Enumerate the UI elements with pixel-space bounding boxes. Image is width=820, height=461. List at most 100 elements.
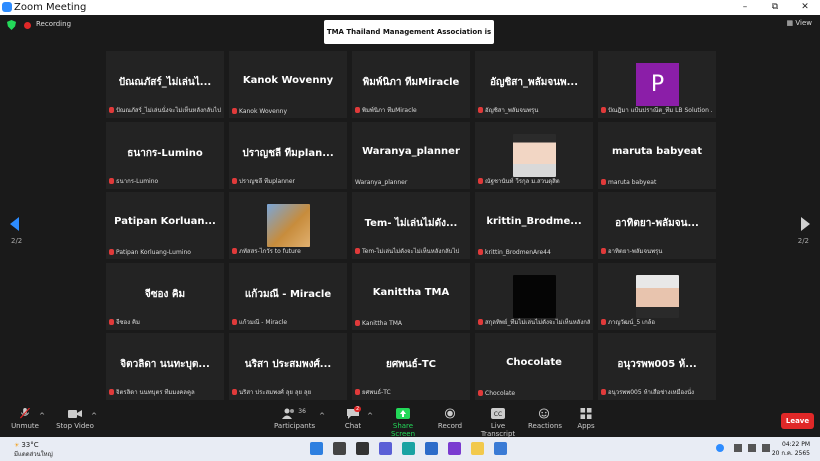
video-camera-icon [68,410,82,418]
participant-display-name: อัญชิสา_พลัมจนพ... [489,77,579,88]
battery-icon[interactable] [762,444,770,452]
participant-tile[interactable]: ปัณณภัสร์_ไม่เล่นไ... ปัณณภัสร์_ไม่เล่นนั… [106,51,224,118]
participant-tile[interactable]: ภทัสสร-ไกวัร to future [229,192,347,259]
participant-tile[interactable]: ปราญชลี ทีมplan... ปราญชลี ทีมplanner [229,121,347,189]
chat-options-caret[interactable]: ^ [366,412,374,420]
live-transcript-button[interactable]: CC Live Transcript [475,408,521,438]
maximize-button[interactable]: ⧉ [760,0,790,15]
video-options-caret[interactable]: ^ [90,412,98,420]
participant-display-name: พิมพ์นิภา ทีมMiracle [362,77,460,88]
zoom-app-icon [2,2,12,12]
participant-video [513,274,556,318]
app-icon-1[interactable] [448,442,461,455]
leave-button[interactable]: Leave [781,413,814,429]
stop-video-button[interactable]: Stop Video [56,408,94,430]
prev-page-arrow[interactable] [10,217,19,231]
record-button[interactable]: Record [436,408,464,430]
participant-tile[interactable]: Kanok Wovenny Kanok Wovenny [229,51,347,118]
volume-icon[interactable] [748,444,756,452]
teams-chat-icon[interactable] [379,442,392,455]
muted-mic-icon [109,107,114,113]
participant-tile[interactable]: จีซอง คิม จีซอง คิม [106,262,224,330]
participant-tile[interactable]: Waranya_planner Waranya_planner [352,121,470,189]
muted-mic-icon [601,318,606,325]
participant-display-name: Chocolate [506,357,562,368]
task-view-icon[interactable] [356,442,369,455]
view-button[interactable]: ▦ View [787,19,812,27]
participants-button[interactable]: 36 Participants [274,408,316,430]
participant-tile[interactable]: ภาญวัฒน์_5 เกล้อ [598,262,716,330]
caption-text: maruta babyeat [608,178,657,186]
participants-options-caret[interactable]: ^ [318,412,326,420]
participant-tile[interactable]: อาทิตยา-พลัมจน... อาทิตยา-พลัมจนพรุน [598,192,716,259]
participant-tile[interactable]: จิตวลิดา นนทะบุต... จิตรลิดา นนทบุตร ทีมม… [106,333,224,400]
muted-mic-icon [19,408,31,419]
participant-tile[interactable]: ธนากร-Lumino ธนากร-Lumino [106,121,224,189]
search-icon[interactable] [333,442,346,455]
participant-tile[interactable]: ณัฐชานันท์ วีรกุล ม.สวนดุสิต [475,121,593,189]
file-explorer-icon[interactable] [471,442,484,455]
audio-options-caret[interactable]: ^ [38,412,46,420]
participant-name-caption: ปัณฎิมา แป้นปราณีต_ทีม LB Solution ... [601,105,713,115]
participant-display-name: จีซอง คิม [144,288,186,300]
wifi-icon[interactable] [734,444,742,452]
unmute-label: Unmute [11,422,39,430]
shield-icon[interactable] [7,20,16,30]
stop-video-label: Stop Video [56,422,94,430]
participant-display-name: ปราญชลี ทีมplan... [242,147,334,159]
participant-tile[interactable]: Chocolate Chocolate [475,333,593,400]
participant-tile[interactable]: Kanittha TMA Kanittha TMA [352,262,470,330]
closed-caption-icon: CC [491,408,505,419]
participants-icon [282,408,295,419]
muted-mic-icon [355,319,360,326]
close-button[interactable]: ✕ [790,0,820,15]
caption-text: ปัณฎิมา แป้นปราณีต_ทีม LB Solution ... [608,107,713,114]
next-page-arrow[interactable] [801,217,810,231]
participant-tile[interactable]: นริสา ประสมพงศ์... นริสา ประสมพงศ์ ลุย ลุ… [229,333,347,400]
talking-banner: TMA Thailand Management Association is t… [324,20,494,60]
participant-tile[interactable]: สกุลทิพย์_ทีมไม่เล่นไม่ดังจะไม่เห็นหลังก… [475,262,593,330]
minimize-button[interactable]: – [730,0,760,15]
record-icon [444,408,456,419]
participant-tile[interactable]: แก้วมณี - Miracle แก้วมณี - Miracle [229,262,347,330]
participant-tile[interactable]: อัญชิสา_พลัมจนพ... อัญชิสา_พลัมจนพรุน [475,51,593,118]
unmute-button[interactable]: Unmute [10,408,40,430]
participant-name-caption: Kanok Wovenny [232,108,344,115]
participant-tile[interactable]: P ปัณฎิมา แป้นปราณีต_ทีม LB Solution ... [598,51,716,118]
reactions-button[interactable]: Reactions [528,408,562,430]
share-screen-icon [396,408,410,419]
weather-widget[interactable]: ☀ 33°C มีแดดส่วนใหญ่ [14,441,53,459]
participant-name-caption: ธนากร-Lumino [109,176,221,186]
participant-tile[interactable]: krittin_Brodme... krittin_BrodmenAre44 [475,192,593,259]
edge-browser-icon[interactable] [402,442,415,455]
sun-cloud-icon: ☀ [14,442,20,449]
weather-temp: 33°C [21,441,39,449]
participants-label: Participants [274,422,316,430]
muted-mic-icon [232,177,237,184]
participant-name-caption: ปราญชลี ทีมplanner [232,176,344,186]
chat-button[interactable]: 2 Chat [340,406,366,430]
participant-name-caption: ณัฐชานันท์ วีรกุล ม.สวนดุสิต [478,176,590,186]
apps-button[interactable]: Apps [576,408,596,430]
participant-tile[interactable]: พิมพ์นิภา ทีมMiracle พิมพ์นิภา ทีมMiracle [352,51,470,118]
muted-mic-icon [601,178,606,185]
participant-tile[interactable]: Patipan Korluan... Patipan Korluang-Lumin… [106,192,224,259]
system-clock[interactable]: 04:22 PM 20 ก.ค. 2565 [772,440,810,458]
muted-mic-icon [478,107,483,113]
caption-text: Tem-ไม่เล่นไม่ดังจะไม่เห็นหลังกลับไป [362,248,460,255]
windows-start-icon[interactable] [310,442,323,455]
muted-mic-icon [232,248,237,254]
participant-tile[interactable]: Tem- ไม่เล่นไม่ดัง... Tem-ไม่เล่นไม่ดังจะ… [352,192,470,259]
participant-display-name: ยศพนธ์-TC [385,359,437,370]
participant-display-name: แก้วมณี - Miracle [244,288,332,300]
participant-tile[interactable]: ยศพนธ์-TC ยศพนธ์-TC [352,333,470,400]
participant-tile[interactable]: อนุวรพพ005 ห้... อนุวรพพ005 ห้าเสือช่างเห… [598,333,716,400]
recording-label[interactable]: Recording [36,20,71,28]
participant-tile[interactable]: maruta babyeat maruta babyeat [598,121,716,189]
mail-icon[interactable] [425,442,438,455]
onedrive-icon[interactable] [716,444,724,452]
participant-name-caption: Kanittha TMA [355,319,467,327]
share-screen-button[interactable]: Share Screen [382,408,424,438]
participant-display-name: Kanittha TMA [372,286,450,298]
zoom-taskbar-icon[interactable] [494,442,507,455]
